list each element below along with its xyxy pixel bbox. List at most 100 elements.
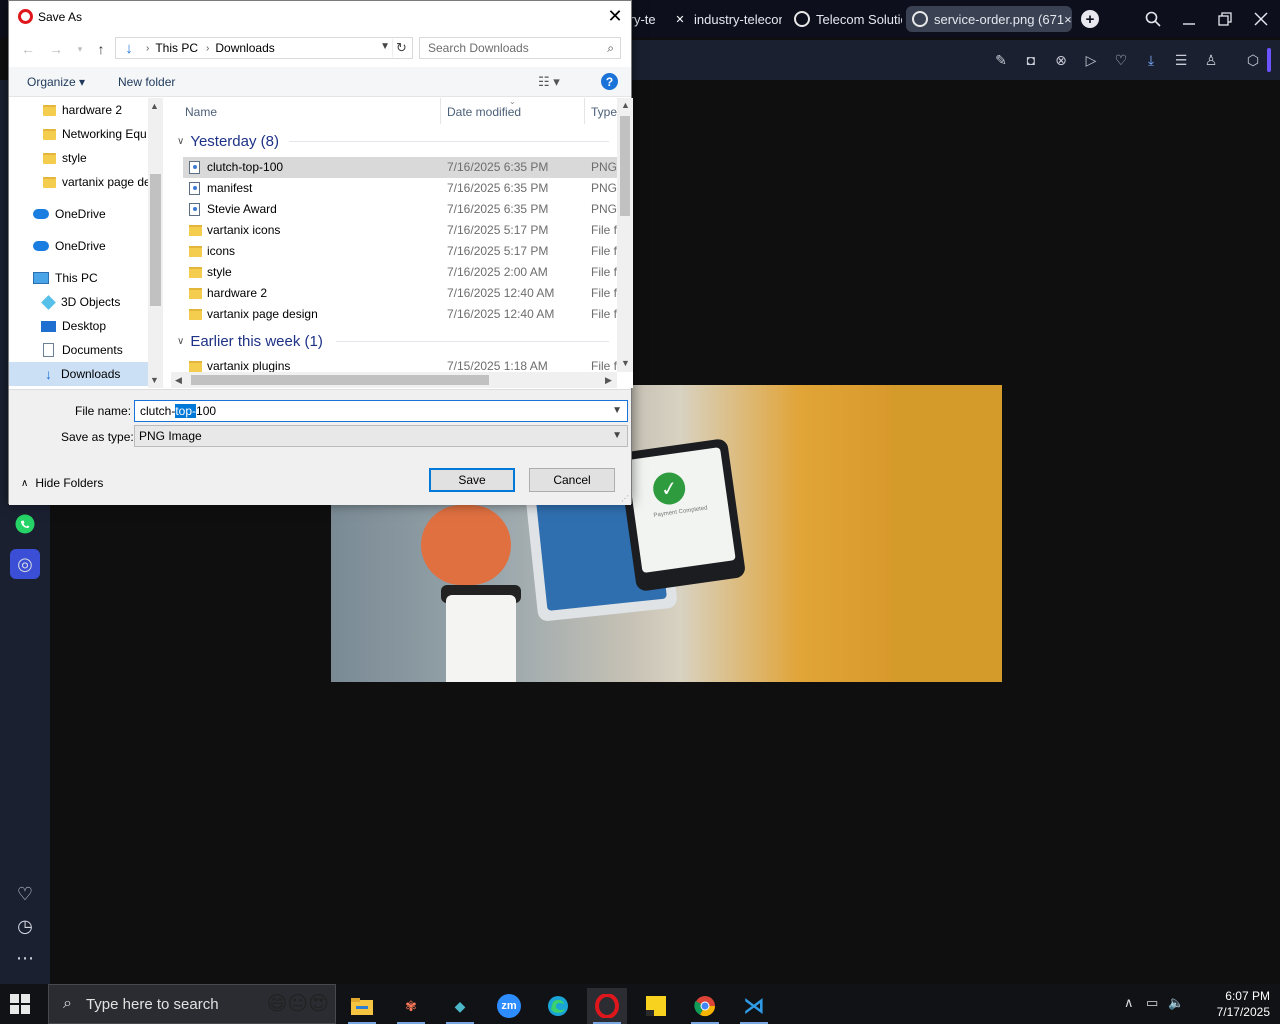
favorites-heart-icon[interactable]: ♡	[10, 879, 40, 909]
breadcrumb[interactable]: ↓ › This PC › Downloads ▼ ↻	[115, 37, 413, 59]
search-downloads-box[interactable]: ⌕	[419, 37, 621, 59]
vscode-icon[interactable]: ⋊	[734, 988, 774, 1024]
close-dialog-icon[interactable]: ✕	[605, 6, 625, 26]
cancel-button[interactable]: Cancel	[529, 468, 615, 492]
site-favicon-icon	[912, 11, 928, 27]
heart-icon[interactable]: ♡	[1112, 51, 1130, 69]
edit-icon[interactable]: ✎	[992, 51, 1010, 69]
opera-browser-icon[interactable]	[587, 988, 627, 1024]
search-icon[interactable]: ⌕	[607, 41, 614, 56]
sticky-notes-icon[interactable]	[636, 988, 676, 1024]
system-clock[interactable]: 6:07 PM 7/17/2025	[1217, 988, 1270, 1020]
file-name-input[interactable]: clutch-top- 100 ▼	[134, 400, 628, 422]
refresh-icon[interactable]: ↻	[392, 39, 410, 57]
file-row[interactable]: vartanix icons 7/16/2025 5:17 PM File f	[183, 220, 617, 241]
hide-folders-button[interactable]: ∧ Hide Folders	[21, 476, 103, 490]
camera-icon[interactable]: ◘	[1022, 51, 1040, 69]
nav-item-this-pc[interactable]: This PC	[9, 266, 148, 290]
discord-headset-icon[interactable]: ◎	[10, 549, 40, 579]
file-row[interactable]: manifest 7/16/2025 6:35 PM PNG	[183, 178, 617, 199]
view-options-icon[interactable]: ☷ ▾	[538, 74, 560, 90]
recent-locations-chevron-icon[interactable]: ▾	[71, 39, 89, 59]
save-as-type-select[interactable]: PNG Image ▼	[134, 425, 628, 447]
column-type[interactable]: Type	[591, 105, 617, 119]
emoji-highlight-icon[interactable]: 😄😐😍	[266, 991, 329, 1016]
nav-item-networking[interactable]: Networking Equ	[9, 122, 148, 146]
nav-item-onedrive-2[interactable]: OneDrive	[9, 234, 148, 258]
close-window-icon[interactable]	[1250, 8, 1272, 30]
dialog-title-bar[interactable]: Save As ✕	[9, 1, 631, 33]
history-clock-icon[interactable]: ◷	[10, 911, 40, 941]
browser-tab-telecom-solutions[interactable]: Telecom Solutio	[788, 6, 902, 32]
volume-icon[interactable]: 🔈	[1168, 995, 1184, 1011]
file-row[interactable]: hardware 2 7/16/2025 12:40 AM File f	[183, 283, 617, 304]
show-hidden-icons-chevron-icon[interactable]: ∧	[1124, 995, 1134, 1011]
back-arrow-icon[interactable]: ←	[19, 39, 37, 59]
file-explorer-icon[interactable]	[342, 988, 382, 1024]
taskbar-search-box[interactable]: ⌕ Type here to search 😄😐😍	[48, 984, 336, 1024]
network-icon[interactable]: ▭	[1146, 995, 1158, 1011]
new-tab-icon[interactable]: +	[1081, 10, 1099, 28]
nav-item-vartanix[interactable]: vartanix page de	[9, 170, 148, 194]
nav-scrollbar[interactable]: ▲ ▼	[148, 98, 163, 388]
file-row[interactable]: icons 7/16/2025 5:17 PM File f	[183, 241, 617, 262]
column-date-modified[interactable]: Date modified	[447, 105, 521, 119]
edge-browser-icon[interactable]	[538, 988, 578, 1024]
nav-item-downloads[interactable]: ↓ Downloads	[9, 362, 148, 386]
organize-button[interactable]: Organize ▾	[27, 75, 85, 89]
up-arrow-icon[interactable]: ↑	[92, 39, 110, 59]
resize-grip-icon[interactable]: ⋰	[621, 494, 629, 503]
settings-sliders-icon[interactable]: ☰	[1172, 51, 1190, 69]
profile-icon[interactable]: ♙	[1202, 51, 1220, 69]
photo-hand	[421, 505, 511, 585]
restore-icon[interactable]	[1214, 8, 1236, 30]
group-header-yesterday[interactable]: ∨ Yesterday (8)	[173, 130, 279, 152]
nav-item-3d-objects[interactable]: 3D Objects	[9, 290, 148, 314]
file-list-horizontal-scrollbar[interactable]: ◀ ▶	[171, 372, 617, 388]
nav-scroll-thumb[interactable]	[150, 174, 161, 306]
breadcrumb-downloads[interactable]: Downloads	[215, 41, 274, 55]
download-icon[interactable]: ⤓	[1142, 51, 1160, 69]
whatsapp-icon[interactable]	[10, 509, 40, 539]
paint-app-icon[interactable]: ✾	[391, 988, 431, 1024]
chevron-down-icon[interactable]: ▼	[612, 430, 622, 441]
breadcrumb-this-pc[interactable]: This PC	[155, 41, 198, 55]
group-header-earlier-this-week[interactable]: ∨ Earlier this week (1)	[173, 330, 323, 352]
save-button[interactable]: Save	[429, 468, 515, 492]
zoom-app-icon[interactable]: zm	[489, 988, 529, 1024]
column-name[interactable]: Name	[185, 105, 217, 119]
file-row[interactable]: vartanix page design 7/16/2025 12:40 AM Fi…	[183, 304, 617, 325]
new-folder-button[interactable]: New folder	[118, 75, 175, 89]
file-list-vertical-scrollbar[interactable]: ▲ ▼	[617, 98, 633, 372]
chrome-browser-icon[interactable]	[685, 988, 725, 1024]
help-icon[interactable]: ?	[601, 73, 618, 90]
file-vertical-scroll-thumb[interactable]	[620, 116, 630, 216]
search-input[interactable]	[428, 41, 598, 55]
app-diamond-icon[interactable]: ◆	[440, 988, 480, 1024]
nav-item-documents[interactable]: Documents	[9, 338, 148, 362]
file-row[interactable]: style 7/16/2025 2:00 AM File f	[183, 262, 617, 283]
nav-item-onedrive-1[interactable]: OneDrive	[9, 202, 148, 226]
search-tabs-icon[interactable]	[1142, 8, 1164, 30]
nav-item-style[interactable]: style	[9, 146, 148, 170]
site-favicon-icon	[794, 11, 810, 27]
file-row[interactable]: Stevie Award 7/16/2025 6:35 PM PNG	[183, 199, 617, 220]
png-file-icon	[189, 161, 200, 174]
nav-item-hardware-2[interactable]: hardware 2	[9, 98, 148, 122]
file-horizontal-scroll-thumb[interactable]	[191, 375, 489, 385]
chevron-down-icon[interactable]: ▼	[612, 405, 622, 416]
send-icon[interactable]: ▷	[1082, 51, 1100, 69]
more-options-icon[interactable]: ⋯	[10, 943, 40, 973]
file-row[interactable]: clutch-top-100 7/16/2025 6:35 PM PNG	[183, 157, 617, 178]
browser-tab-service-order[interactable]: service-order.png (671×29	[906, 6, 1072, 32]
extensions-cube-icon[interactable]: ⬡	[1244, 51, 1262, 69]
adblock-icon[interactable]: ⊗	[1052, 51, 1070, 69]
minimize-icon[interactable]	[1178, 8, 1200, 30]
forward-arrow-icon[interactable]: →	[47, 39, 65, 59]
nav-item-desktop[interactable]: Desktop	[9, 314, 148, 338]
breadcrumb-dropdown-icon[interactable]: ▼	[380, 41, 390, 52]
file-name-label: File name:	[75, 404, 132, 418]
system-tray: ∧ ▭ 🔈 6:07 PM 7/17/2025	[1124, 984, 1280, 1024]
browser-tab-industry-telecom[interactable]: ✕ industry-telecon	[666, 6, 782, 32]
windows-start-icon[interactable]	[10, 994, 30, 1014]
